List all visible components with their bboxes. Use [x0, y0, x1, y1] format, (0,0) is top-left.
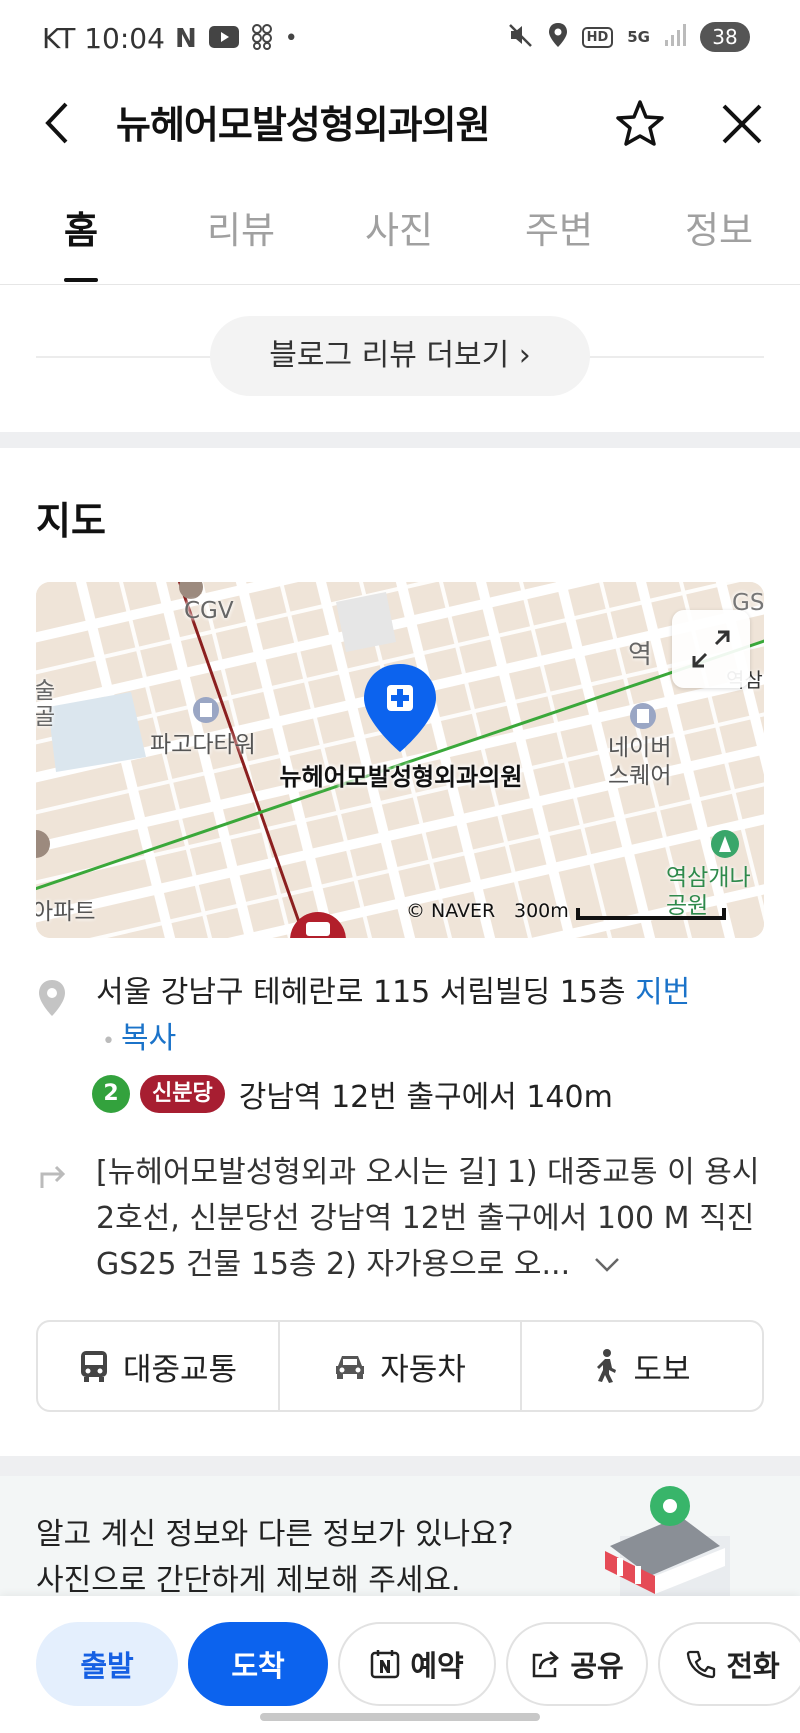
dot-separator: • — [102, 1029, 115, 1054]
close-button[interactable] — [714, 96, 770, 152]
more-notifications-dot-icon: • — [284, 26, 298, 51]
app-grid-icon — [251, 24, 273, 54]
arrive-label: 도착 — [231, 1649, 285, 1683]
location-pin-icon — [36, 978, 68, 1018]
map-scale-bar — [576, 908, 726, 920]
map-label-naver-square: 네이버 스퀘어 — [608, 735, 672, 789]
map-place-name: 뉴헤어모발성형외과의원 — [279, 763, 523, 791]
route-car-button[interactable]: 자동차 — [280, 1322, 522, 1410]
route-car-label: 자동차 — [380, 1351, 466, 1388]
phone-icon — [687, 1650, 716, 1679]
tab-review[interactable]: 리뷰 — [186, 206, 296, 256]
netflix-icon: N — [175, 24, 197, 54]
favorite-button[interactable] — [612, 96, 668, 152]
back-button[interactable] — [36, 98, 86, 148]
line2-badge: 2 — [92, 1075, 130, 1113]
route-options: 대중교통 자동차 도보 — [36, 1320, 764, 1412]
address-text: 서울 강남구 테헤란로 115 서림빌딩 15층 — [96, 975, 626, 1010]
map-expand-button[interactable] — [672, 610, 750, 688]
tab-active-indicator — [64, 278, 98, 282]
page-title: 뉴헤어모발성형외과의원 — [116, 103, 491, 147]
map-label-left-edge: 술 골 — [36, 678, 56, 730]
subway-info-row: 2 신분당 강남역 12번 출구에서 140m — [92, 1072, 613, 1116]
map-view[interactable]: CGV GS 파고다타워 네이버 스퀘어 역삼개나 공원 아파트 역 역삼역 술… — [36, 582, 764, 938]
reserve-button[interactable]: 예약 — [338, 1622, 496, 1706]
route-transit-label: 대중교통 — [122, 1351, 238, 1388]
jibun-link[interactable]: 지번 — [635, 975, 690, 1010]
blog-review-more-button[interactable]: 블로그 리뷰 더보기 › — [210, 316, 590, 396]
walk-icon — [597, 1349, 617, 1383]
map-label-apartment: 아파트 — [36, 899, 96, 925]
tab-info[interactable]: 정보 — [664, 206, 774, 256]
section-divider — [0, 1456, 800, 1476]
back-arrow-icon — [45, 102, 68, 144]
info-report-banner[interactable]: 알고 계신 정보와 다른 정보가 있나요? 사진으로 간단하게 제보해 주세요. — [0, 1476, 800, 1616]
call-button[interactable]: 전화 — [658, 1622, 800, 1706]
signal-icon — [664, 23, 686, 51]
share-icon — [533, 1651, 560, 1678]
star-icon — [616, 100, 664, 146]
directions-text: [뉴헤어모발성형외과 오시는 길] 1) 대중교통 이 용시 2호선, 신분당선… — [96, 1155, 760, 1282]
tab-nearby[interactable]: 주변 — [504, 206, 614, 256]
blog-review-section: 블로그 리뷰 더보기 › — [0, 286, 800, 446]
copy-address-link[interactable]: 복사 — [121, 1021, 176, 1056]
battery-icon: 38 — [700, 22, 750, 52]
subway-distance-text: 강남역 12번 출구에서 140m — [238, 1080, 613, 1115]
tab-photos[interactable]: 사진 — [344, 206, 454, 256]
status-time: KT 10:04 — [42, 22, 165, 55]
5g-icon: 5G — [627, 28, 650, 46]
banner-line-1: 알고 계신 정보와 다른 정보가 있나요? — [36, 1517, 514, 1552]
home-indicator[interactable] — [260, 1713, 540, 1721]
section-divider — [0, 432, 800, 448]
route-walk-button[interactable]: 도보 — [522, 1322, 762, 1410]
mute-icon — [508, 22, 534, 52]
route-walk-label: 도보 — [633, 1351, 691, 1388]
depart-button[interactable]: 출발 — [36, 1622, 178, 1706]
sinbundang-line-badge: 신분당 — [140, 1075, 225, 1113]
directions-arrow-icon — [36, 1156, 70, 1190]
youtube-icon — [208, 26, 239, 52]
map-credit: © NAVER — [406, 900, 496, 922]
expand-chevron-icon[interactable] — [592, 1243, 622, 1289]
arrive-button[interactable]: 도착 — [188, 1622, 328, 1706]
app-header: 뉴헤어모발성형외과의원 — [0, 80, 800, 170]
tab-home[interactable]: 홈 — [26, 206, 136, 256]
close-icon — [722, 104, 762, 144]
tab-bar: 홈 리뷰 사진 주변 정보 — [0, 190, 800, 285]
map-label-pagoda-tower: 파고다타워 — [150, 732, 256, 758]
share-button[interactable]: 공유 — [506, 1622, 648, 1706]
map-label-station: 역 — [628, 640, 652, 670]
map-heading: 지도 — [36, 499, 106, 543]
bus-icon — [80, 1351, 107, 1382]
depart-label: 출발 — [80, 1649, 134, 1683]
route-transit-button[interactable]: 대중교통 — [38, 1322, 280, 1410]
map-label-cgv: CGV — [184, 598, 234, 624]
call-label: 전화 — [726, 1649, 780, 1683]
share-label: 공유 — [570, 1649, 624, 1683]
hd-voice-icon: HD — [581, 26, 614, 48]
status-bar: KT 10:04 N • HD 5G 38 — [0, 0, 800, 80]
location-icon — [548, 22, 568, 52]
map-scale-label: 300m — [514, 900, 569, 922]
expand-icon — [692, 630, 730, 668]
store-illustration-icon — [560, 1486, 730, 1616]
reserve-label: 예약 — [410, 1649, 464, 1683]
car-icon — [336, 1356, 365, 1379]
naver-booking-calendar-icon — [371, 1650, 400, 1679]
